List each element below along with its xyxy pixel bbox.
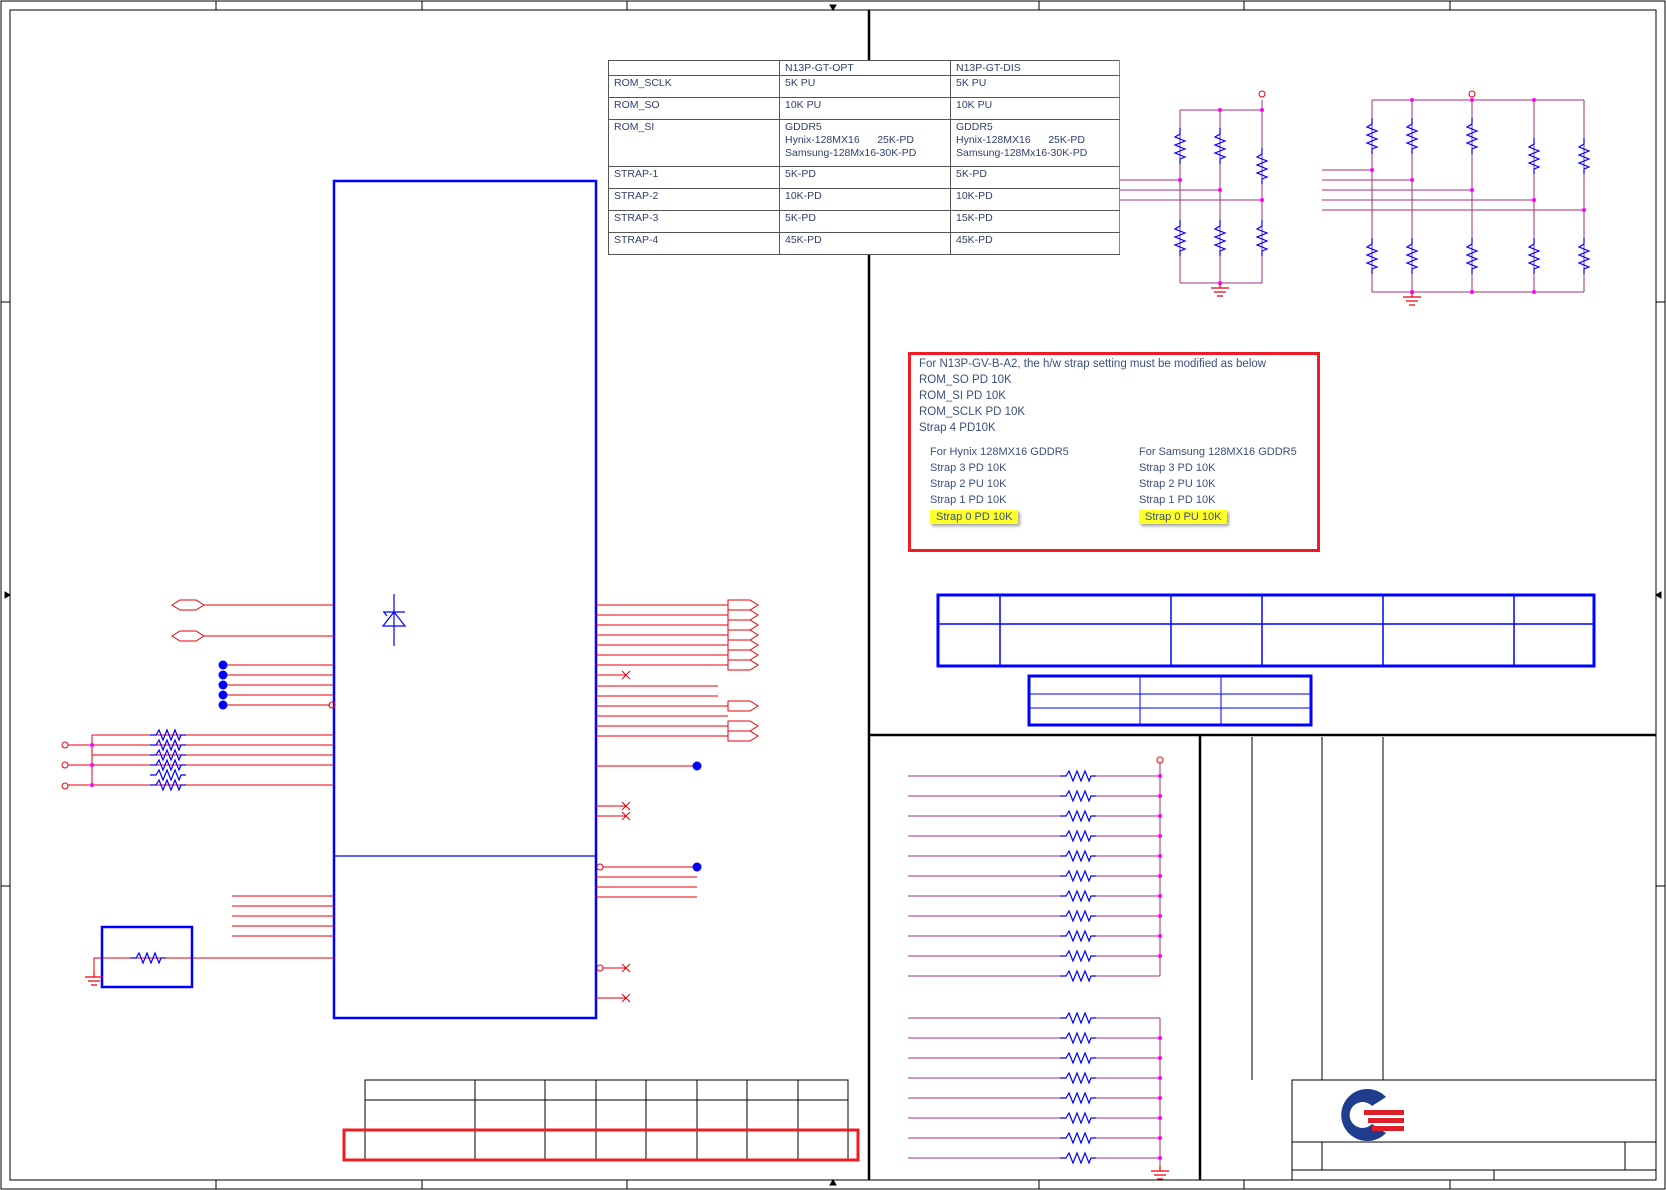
strap-row: ROM_SI GDDR5 Hynix-128MX16 25K-PD Samsun… [608, 119, 1120, 167]
strap-row-opt: 5K PU [779, 75, 951, 98]
strap-header-dis: N13P-GT-DIS [950, 60, 1120, 76]
strap-row-name: ROM_SO [608, 97, 780, 120]
company-logo-icon [1341, 1089, 1404, 1142]
note-line: Strap 4 PD10K [919, 422, 996, 434]
strap-row-name: STRAP-1 [608, 166, 780, 189]
left-junctions [218, 660, 228, 710]
note-samsung-heading: For Samsung 128MX16 GDDR5 [1139, 446, 1297, 458]
right-pin-wires [596, 599, 759, 1003]
strap-row: STRAP-2 10K-PD 10K-PD [608, 188, 1120, 211]
note-line: ROM_SI PD 10K [919, 390, 1006, 402]
strap-row: STRAP-1 5K-PD 5K-PD [608, 166, 1120, 189]
strap-row-name: STRAP-3 [608, 210, 780, 233]
strap-row-name: STRAP-2 [608, 188, 780, 211]
revision-table [342, 1079, 860, 1162]
ground-icon [1402, 291, 1422, 306]
strap-row-dis: 15K-PD [950, 210, 1120, 233]
right-junctions [692, 761, 702, 872]
left-resistors [149, 729, 187, 791]
strap-row: ROM_SO 10K PU 10K PU [608, 97, 1120, 120]
strap-row: ROM_SCLK 5K PU 5K PU [608, 75, 1120, 98]
strap-resistor-network-2 [1322, 90, 1590, 306]
note-hynix-column: For Hynix 128MX16 GDDR5 Strap 3 PD 10K S… [930, 446, 1069, 526]
diode-icon [381, 594, 407, 646]
strap-sub-table [1027, 674, 1313, 727]
strap-row-dis: 5K PU [950, 75, 1120, 98]
strap-header-name [608, 60, 780, 76]
strap-row-opt: 10K PU [779, 97, 951, 120]
left-pin-wires [61, 599, 336, 972]
strap-row-dis: GDDR5 Hynix-128MX16 25K-PD Samsung-128Mx… [950, 119, 1120, 167]
note-line: ROM_SCLK PD 10K [919, 406, 1026, 418]
strap-row-name: STRAP-4 [608, 232, 780, 255]
strap-row: STRAP-3 5K-PD 15K-PD [608, 210, 1120, 233]
strap-modification-note: For N13P-GV-B-A2, the h/w strap setting … [908, 352, 1320, 552]
strap-header-opt: N13P-GT-OPT [779, 60, 951, 76]
ground-icon [1150, 1165, 1170, 1180]
strap-row-opt: 10K-PD [779, 188, 951, 211]
ground-icon [1210, 282, 1230, 297]
strap-setting-table: N13P-GT-OPT N13P-GT-DIS ROM_SCLK 5K PU 5… [608, 60, 1120, 255]
note-title: For N13P-GV-B-A2, the h/w strap setting … [919, 358, 1267, 370]
strap-row-dis: 10K-PD [950, 188, 1120, 211]
strap-row-opt: 5K-PD [779, 166, 951, 189]
strap-row-name: ROM_SCLK [608, 75, 780, 98]
note-hynix-heading: For Hynix 128MX16 GDDR5 [930, 446, 1069, 458]
note-hynix-item: Strap 3 PD 10K [930, 462, 1007, 474]
strap-resistor-network-1 [1120, 90, 1268, 297]
note-samsung-highlight: Strap 0 PU 10K [1139, 510, 1228, 524]
note-line: ROM_SO PD 10K [919, 374, 1012, 386]
note-hynix-highlight: Strap 0 PD 10K [930, 510, 1019, 524]
note-samsung-item: Strap 2 PU 10K [1139, 478, 1216, 490]
note-samsung-item: Strap 1 PD 10K [1139, 494, 1216, 506]
pullup-resistor-bank [908, 756, 1170, 1180]
strap-row-opt: GDDR5 Hynix-128MX16 25K-PD Samsung-128Mx… [779, 119, 951, 167]
strap-row-opt: 45K-PD [779, 232, 951, 255]
strap-row-dis: 45K-PD [950, 232, 1120, 255]
note-hynix-item: Strap 1 PD 10K [930, 494, 1007, 506]
thermal-resistor-box [100, 925, 194, 989]
note-hynix-item: Strap 2 PU 10K [930, 478, 1007, 490]
strap-row-dis: 10K PU [950, 97, 1120, 120]
note-samsung-item: Strap 3 PD 10K [1139, 462, 1216, 474]
gpu-symbol [332, 179, 598, 1020]
strap-row-name: ROM_SI [608, 119, 780, 167]
strap-config-table [936, 593, 1596, 668]
strap-table-header: N13P-GT-OPT N13P-GT-DIS [608, 60, 1120, 76]
ground-icon [84, 971, 104, 986]
note-samsung-column: For Samsung 128MX16 GDDR5 Strap 3 PD 10K… [1139, 446, 1297, 526]
strap-row-dis: 5K-PD [950, 166, 1120, 189]
strap-row: STRAP-4 45K-PD 45K-PD [608, 232, 1120, 255]
strap-row-opt: 5K-PD [779, 210, 951, 233]
